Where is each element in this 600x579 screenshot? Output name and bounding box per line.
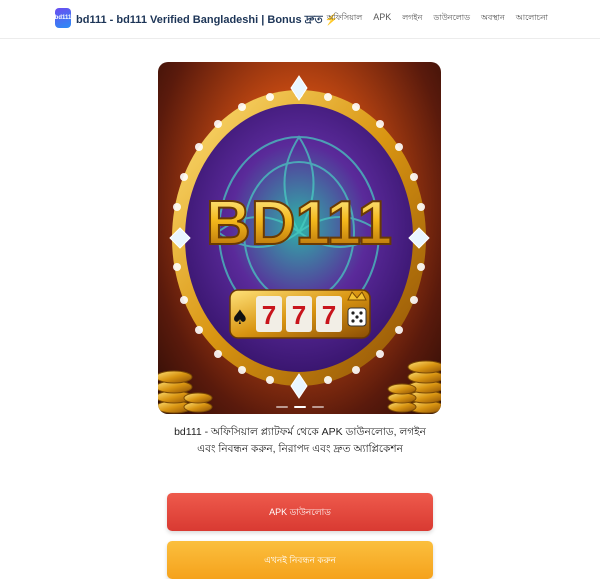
slot-digit-3: 7 — [322, 300, 336, 330]
nav-item-apk[interactable]: APK — [373, 12, 391, 25]
logo-text: bd111 — [54, 15, 72, 21]
brand-logo-text: BD111 — [206, 189, 392, 258]
site-title-text: bd111 - bd111 Verified Bangladeshi | Bon… — [76, 14, 323, 26]
site-title[interactable]: bd111 - bd111 Verified Bangladeshi | Bon… — [76, 11, 338, 30]
banner-artwork: BD111 7 7 7 ♠ — [158, 75, 441, 414]
carousel-dot-2[interactable] — [293, 406, 306, 408]
nav-item-location[interactable]: অবস্থান — [481, 12, 505, 25]
carousel-indicators — [158, 406, 441, 408]
register-button[interactable]: এখনই নিবন্ধন করুন — [167, 541, 433, 579]
hero-caption: bd111 - অফিসিয়াল প্ল্যাটফর্ম থেকে APK ড… — [174, 426, 426, 455]
hero-banner[interactable]: BD111 7 7 7 ♠ — [158, 62, 441, 414]
slot-digit-1: 7 — [262, 300, 276, 330]
spade-icon: ♠ — [231, 305, 249, 329]
nav-item-download[interactable]: ডাউনলোড — [433, 12, 470, 25]
site-logo[interactable]: bd111 — [55, 8, 71, 28]
main-nav: অফিসিয়াল APK লগইন ডাউনলোড অবস্থান আলোচন… — [327, 12, 548, 25]
carousel-dot-1[interactable] — [275, 406, 288, 408]
slot-digit-2: 7 — [292, 300, 306, 330]
nav-item-discussion[interactable]: আলোচনা — [516, 12, 548, 25]
apk-download-button[interactable]: APK ডাউনলোড — [167, 493, 433, 531]
nav-item-official[interactable]: অফিসিয়াল — [327, 12, 363, 25]
site-header: bd111 bd111 - bd111 Verified Bangladeshi… — [0, 0, 600, 39]
carousel-dot-3[interactable] — [311, 406, 324, 408]
nav-item-login[interactable]: লগইন — [402, 12, 422, 25]
